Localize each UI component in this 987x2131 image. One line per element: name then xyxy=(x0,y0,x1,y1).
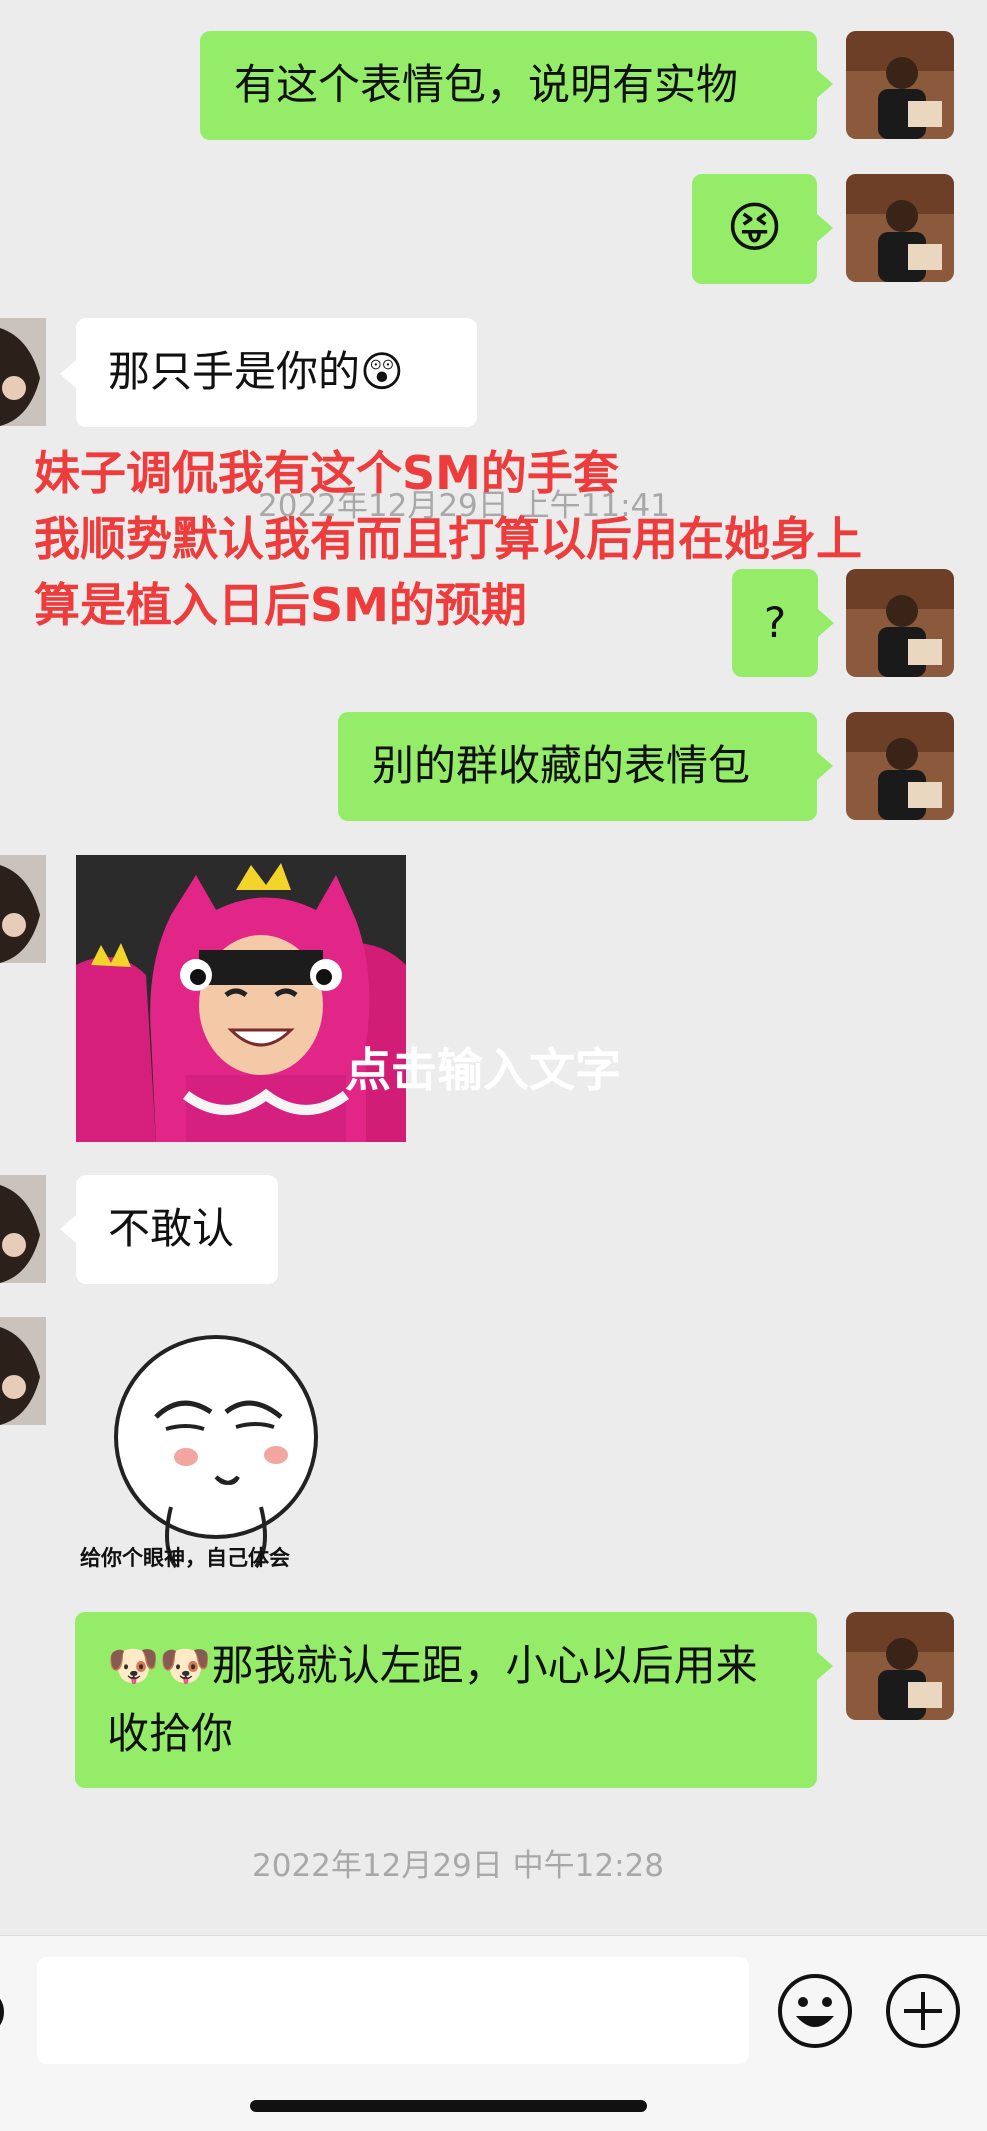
annotation-line: 我顺势默认我有而且打算以后用在她身上 xyxy=(34,512,862,566)
timestamp: 2022年12月29日 中午12:28 xyxy=(252,1848,664,1884)
avatar-photo xyxy=(846,712,954,820)
annotation-line: 算是植入日后SM的预期 xyxy=(34,578,527,632)
avatar[interactable] xyxy=(0,855,46,963)
emoji-doge: 🐶🐶 xyxy=(107,1641,212,1690)
bubble-tail xyxy=(817,752,833,780)
bubble-tail xyxy=(817,70,833,98)
emoji-icon[interactable] xyxy=(776,1972,854,2050)
bubble-tail xyxy=(60,360,76,388)
avatar[interactable] xyxy=(846,174,954,282)
bubble-tail xyxy=(817,1652,833,1680)
annotation-line: 妹子调侃我有这个SM的手套 xyxy=(34,446,619,500)
avatar-photo xyxy=(846,1612,954,1720)
avatar[interactable] xyxy=(0,318,46,426)
avatar-photo xyxy=(0,318,46,426)
message-text: 不敢认 xyxy=(108,1204,235,1253)
message-text: 有这个表情包，说明有实物 xyxy=(234,60,739,109)
avatar-photo xyxy=(846,569,954,677)
message-bubble[interactable]: 不敢认 xyxy=(76,1175,278,1284)
message-bubble[interactable]: 🐶🐶那我就认左距，小心以后用来收拾你 xyxy=(75,1612,817,1788)
sticker-face-smirk xyxy=(76,1317,346,1577)
avatar[interactable] xyxy=(846,569,954,677)
avatar-photo xyxy=(846,174,954,282)
message-bubble[interactable]: 别的群收藏的表情包 xyxy=(338,712,817,821)
avatar[interactable] xyxy=(0,1175,46,1283)
avatar-photo xyxy=(846,31,954,139)
avatar[interactable] xyxy=(846,712,954,820)
avatar[interactable] xyxy=(846,31,954,139)
voice-icon[interactable] xyxy=(0,1987,10,2037)
image-overlay-text[interactable]: 点击输入文字 xyxy=(345,1034,621,1100)
avatar-photo xyxy=(0,1175,46,1283)
bubble-tail xyxy=(817,214,833,242)
message-bubble[interactable]: 那只手是你的😲 xyxy=(76,318,477,427)
bubble-tail xyxy=(60,1215,76,1243)
avatar-photo xyxy=(0,1317,46,1425)
message-bubble[interactable]: 😝 xyxy=(692,174,817,284)
annotation-overlay: 妹子调侃我有这个SM的手套 我顺势默认我有而且打算以后用在她身上 算是植入日后S… xyxy=(34,440,862,638)
emoji-surprised: 😲 xyxy=(360,347,404,396)
sticker-message[interactable] xyxy=(76,1317,346,1577)
avatar[interactable] xyxy=(0,1317,46,1425)
message-text: 那只手是你的 xyxy=(108,347,361,396)
emoji-grin: 😝 xyxy=(726,196,783,259)
avatar[interactable] xyxy=(846,1612,954,1720)
message-bubble[interactable]: 有这个表情包，说明有实物 xyxy=(200,31,817,140)
message-text: 别的群收藏的表情包 xyxy=(372,741,751,790)
home-indicator xyxy=(250,2100,647,2112)
sticker-caption: 给你个眼神，自己体会 xyxy=(80,1546,290,1570)
avatar-photo xyxy=(0,855,46,963)
message-input[interactable] xyxy=(37,1957,749,2064)
plus-icon[interactable] xyxy=(884,1972,962,2050)
